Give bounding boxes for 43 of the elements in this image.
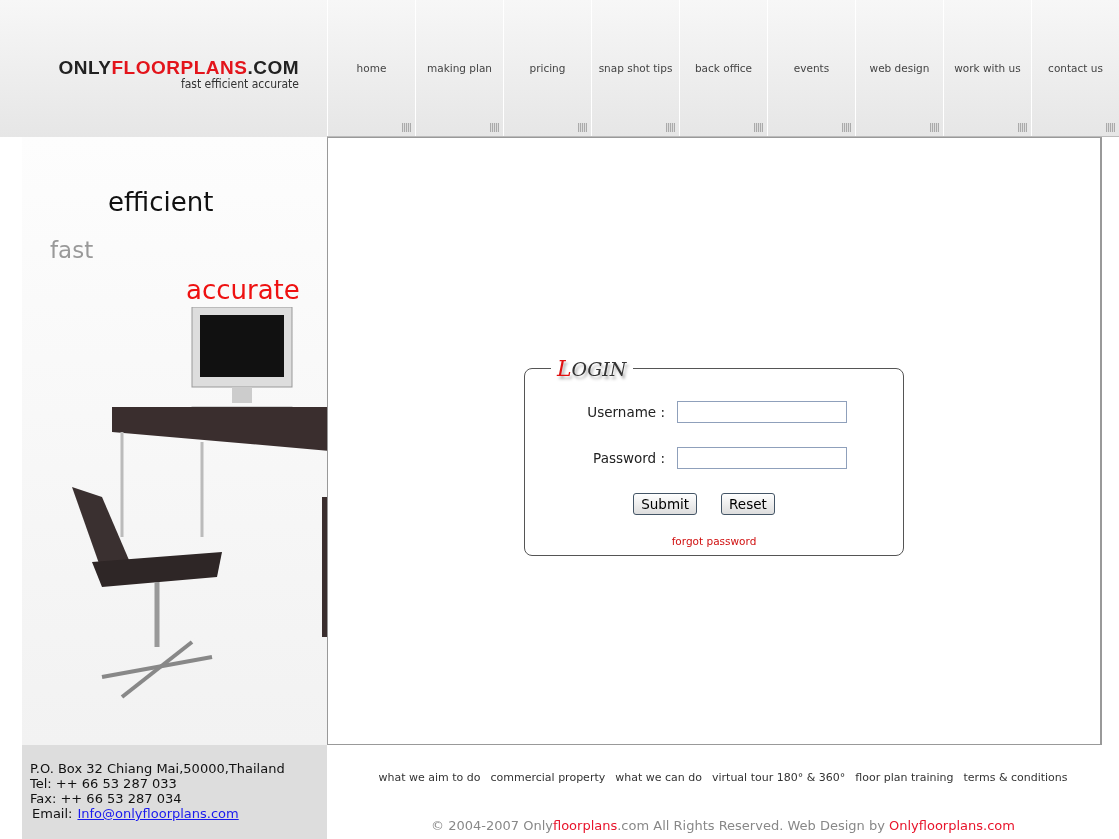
field-label: Username : [586, 404, 665, 420]
input-field[interactable] [677, 401, 847, 423]
contact-text: Tel: ++ 66 53 287 033 [30, 776, 178, 791]
dots-icon [842, 123, 851, 132]
field-label: Password : [592, 450, 665, 466]
nav-link[interactable]: home [356, 62, 387, 78]
dots-icon [666, 123, 675, 132]
footer-link[interactable]: what we aim to do [378, 771, 481, 784]
promo-word: fast [50, 236, 94, 265]
submit-button[interactable]: Submit [633, 493, 698, 515]
footer-link[interactable]: what we can do [615, 771, 702, 784]
promo-word: accurate [186, 275, 300, 305]
footer-link[interactable]: virtual tour 180° & 360° [712, 771, 846, 784]
footer-link[interactable]: floor plan training [855, 771, 954, 784]
footer-link[interactable]: commercial property [490, 771, 606, 784]
dots-icon [402, 123, 411, 132]
contact-text: P.O. Box 32 Chiang Mai,50000,Thailand [30, 761, 286, 776]
nav-link[interactable]: snap shot tips [598, 62, 673, 78]
nav-link[interactable]: back office [694, 62, 753, 78]
login-title: LOGIN [555, 356, 628, 381]
email-link[interactable]: Info@onlyfloorplans.com [77, 806, 239, 821]
dots-icon [1106, 123, 1115, 132]
email-label: Email: [32, 806, 73, 821]
copyright-text: © 2004-2007 Onlyfloorplans.com All Rights Reserved. Web Design by Onlyfloorplans.com [431, 818, 1015, 833]
logo-tagline: fast efficient accurate [180, 78, 299, 91]
promo-word: efficient [108, 187, 214, 217]
forgot-password-link[interactable]: forgot password [671, 535, 757, 547]
nav-link[interactable]: work with us [954, 62, 1021, 78]
nav-link[interactable]: pricing [529, 62, 566, 78]
input-field[interactable] [677, 447, 847, 469]
reset-button[interactable]: Reset [721, 493, 775, 515]
footer-link[interactable]: terms & conditions [963, 771, 1068, 784]
nav-link[interactable]: contact us [1048, 62, 1103, 78]
dots-icon [1018, 123, 1027, 132]
nav-link[interactable]: web design [869, 62, 930, 78]
dots-icon [754, 123, 763, 132]
dots-icon [578, 123, 587, 132]
dots-icon [490, 123, 499, 132]
contact-text: Fax: ++ 66 53 287 034 [30, 791, 183, 806]
nav-link[interactable]: events [793, 62, 830, 78]
nav-link[interactable]: making plan [427, 62, 492, 78]
dots-icon [930, 123, 939, 132]
site-logo[interactable]: ONLYFLOORPLANS.COM [58, 58, 299, 78]
